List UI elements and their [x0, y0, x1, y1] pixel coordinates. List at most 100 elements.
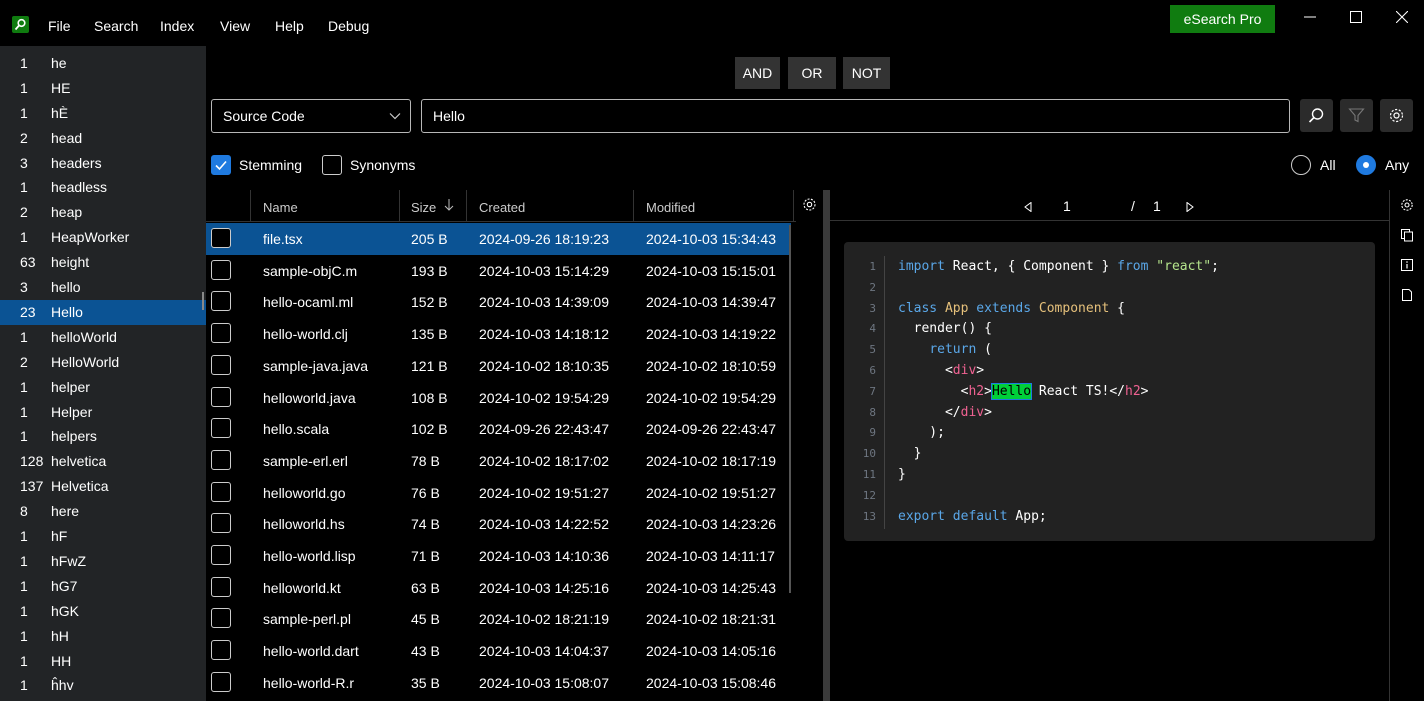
pane-splitter[interactable] [823, 190, 830, 701]
table-row[interactable]: helloworld.hs 74 B 2024-10-03 14:22:52 2024… [206, 508, 791, 540]
term-list-item[interactable]: 23 Hello [0, 299, 206, 325]
row-checkbox[interactable] [211, 640, 231, 661]
row-checkbox[interactable] [211, 354, 231, 375]
row-checkbox[interactable] [211, 449, 231, 470]
or-button[interactable]: OR [788, 57, 836, 89]
row-checkbox[interactable] [211, 259, 231, 280]
stemming-checkbox[interactable] [211, 155, 231, 175]
menu-view[interactable]: View [220, 18, 250, 34]
term-list-item[interactable]: 2 head [0, 126, 206, 151]
table-row[interactable]: sample-java.java 121 B 2024-10-02 18:10:35… [206, 350, 791, 382]
code-line: 2 [844, 277, 1375, 298]
row-checkbox[interactable] [211, 545, 231, 565]
term-list-item[interactable]: 2 HelloWorld [0, 350, 206, 375]
column-header-size[interactable]: Size [411, 200, 436, 215]
search-input[interactable] [421, 99, 1290, 133]
menu-search[interactable]: Search [94, 18, 138, 34]
row-checkbox[interactable] [211, 513, 231, 534]
table-row[interactable]: sample-perl.pl 45 B 2024-10-02 18:21:19 202… [206, 603, 791, 635]
search-button[interactable] [1300, 99, 1333, 132]
sort-descending-icon[interactable] [444, 198, 454, 215]
term-list-scrollbar[interactable] [202, 292, 204, 310]
filter-button[interactable] [1340, 99, 1373, 132]
table-row[interactable]: hello-world.dart 43 B 2024-10-03 14:04:37 2… [206, 635, 791, 667]
table-row[interactable]: hello-ocaml.ml 152 B 2024-10-03 14:39:09 20… [206, 286, 791, 318]
term-list-item[interactable]: 1 helpers [0, 424, 206, 449]
term-list-item[interactable]: 1 hG7 [0, 574, 206, 599]
term-list-item[interactable]: 1 headless [0, 175, 206, 200]
row-checkbox[interactable] [211, 323, 231, 344]
term-list-item[interactable]: 2 heap [0, 200, 206, 225]
column-header-modified[interactable]: Modified [646, 200, 695, 215]
scope-dropdown[interactable]: Source Code [211, 99, 411, 133]
table-row[interactable]: sample-erl.erl 78 B 2024-10-02 18:17:02 202… [206, 445, 791, 477]
row-checkbox[interactable] [211, 418, 231, 439]
table-row[interactable]: helloworld.kt 63 B 2024-10-03 14:25:16 2024… [206, 572, 791, 604]
synonyms-checkbox[interactable] [322, 155, 342, 175]
row-checkbox[interactable] [211, 576, 231, 597]
row-checkbox[interactable] [211, 386, 231, 407]
and-button[interactable]: AND [735, 57, 780, 89]
search-settings-button[interactable] [1380, 99, 1413, 132]
match-all-radio[interactable] [1291, 155, 1311, 175]
row-checkbox[interactable] [211, 481, 231, 502]
current-page[interactable]: 1 [1063, 198, 1071, 214]
copy-icon[interactable] [1400, 228, 1414, 245]
term-list-item[interactable]: 1 he [0, 51, 206, 76]
term-list-item[interactable]: 1 helloWorld [0, 325, 206, 350]
term-list-item[interactable]: 3 hello [0, 275, 206, 300]
term-list-item[interactable]: 1 HE [0, 76, 206, 101]
brand-badge[interactable]: eSearch Pro [1170, 5, 1275, 33]
term-list[interactable]: 1nas1he1HE1hÈ2head3headers1headless2heap… [0, 46, 206, 701]
results-scrollbar[interactable] [789, 225, 791, 593]
cell-created: 2024-10-03 14:18:12 [479, 326, 609, 343]
term-list-item[interactable]: 1 hGK [0, 599, 206, 624]
term-list-item[interactable]: 1 HH [0, 649, 206, 674]
term-list-item[interactable]: 1 hFwZ [0, 549, 206, 574]
gear-icon[interactable] [1400, 198, 1414, 215]
term-list-item[interactable]: 3 headers [0, 151, 206, 176]
table-row[interactable]: hello-world-R.r 35 B 2024-10-03 15:08:07 20… [206, 667, 791, 699]
term-list-item[interactable]: 1 HeapWorker [0, 225, 206, 250]
results-table[interactable]: Name Size Created Modified file.tsx 205 B… [206, 190, 796, 701]
term-list-item[interactable]: 128 helvetica [0, 449, 206, 474]
column-header-name[interactable]: Name [263, 200, 298, 215]
previous-page-icon[interactable] [1024, 199, 1032, 215]
term-list-item[interactable]: 137 Helvetica [0, 474, 206, 499]
close-icon[interactable] [1387, 8, 1417, 32]
not-button[interactable]: NOT [843, 57, 890, 89]
table-row[interactable]: helloworld.go 76 B 2024-10-02 19:51:27 2024… [206, 477, 791, 509]
column-header-created[interactable]: Created [479, 200, 525, 215]
term-list-item[interactable]: 1 hF [0, 524, 206, 549]
cell-name: sample-objC.m [263, 262, 358, 279]
menu-help[interactable]: Help [275, 18, 304, 34]
table-row[interactable]: hello-world.lisp 71 B 2024-10-03 14:10:36 2… [206, 540, 791, 572]
info-icon[interactable] [1400, 258, 1414, 275]
match-any-radio[interactable] [1356, 155, 1376, 175]
table-row[interactable]: helloworld.java 108 B 2024-10-02 19:54:29 2… [206, 382, 791, 414]
table-row[interactable]: sample-objC.m 193 B 2024-10-03 15:14:29 202… [206, 255, 791, 287]
row-checkbox[interactable] [211, 228, 231, 248]
open-file-icon[interactable] [1400, 288, 1414, 305]
term-list-item[interactable]: 1 helper [0, 375, 206, 400]
table-row[interactable]: hello.scala 102 B 2024-09-26 22:43:47 2024-… [206, 413, 791, 445]
column-settings-button[interactable] [802, 197, 817, 215]
menu-debug[interactable]: Debug [328, 18, 369, 34]
minimize-icon[interactable] [1295, 8, 1325, 32]
table-row[interactable]: file.tsx 205 B 2024-09-26 18:19:23 2024-10-… [206, 223, 791, 255]
row-checkbox[interactable] [211, 291, 231, 312]
next-page-icon[interactable] [1186, 199, 1194, 215]
term-list-item[interactable]: 63 height [0, 250, 206, 275]
term-list-item[interactable]: 8 here [0, 499, 206, 524]
row-checkbox[interactable] [211, 608, 231, 629]
maximize-icon[interactable] [1341, 8, 1371, 32]
menu-file[interactable]: File [48, 18, 71, 34]
term-list-item[interactable]: 1 Helper [0, 400, 206, 425]
term-list-item[interactable]: 1 ĥhv [0, 673, 206, 698]
term-list-item[interactable]: 1 hH [0, 624, 206, 649]
term-list-item[interactable]: 1 hÈ [0, 101, 206, 126]
cell-size: 63 B [411, 579, 440, 596]
row-checkbox[interactable] [211, 671, 231, 692]
menu-index[interactable]: Index [160, 18, 194, 34]
table-row[interactable]: hello-world.clj 135 B 2024-10-03 14:18:12 2… [206, 318, 791, 350]
